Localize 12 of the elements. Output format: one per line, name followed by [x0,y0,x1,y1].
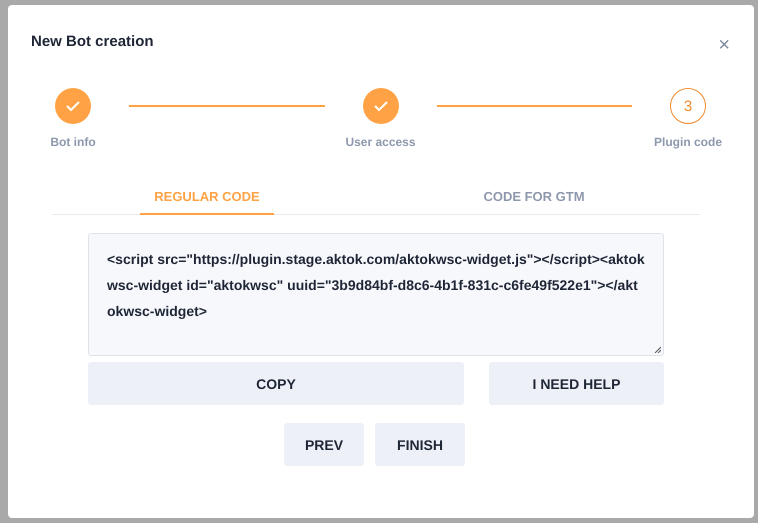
copy-button[interactable]: COPY [88,362,464,405]
finish-button[interactable]: FINISH [375,423,465,466]
dialog-title: New Bot creation [31,33,154,50]
close-button[interactable]: × [718,35,730,55]
help-button[interactable]: I NEED HELP [489,362,664,405]
step-label: Bot info [50,135,96,149]
resize-handle-icon[interactable] [654,346,661,353]
step-label: Plugin code [654,135,722,149]
code-field[interactable]: <script src="https://plugin.stage.aktok.com/aktokwsc-widget.js"></script><aktokwsc-widget id="aktokwsc" uuid="3b9d84bf-d8c6-4b1f-831c-c6fe49f522e1"></aktokwsc-widget> [88,233,664,356]
step-label: User access [345,135,416,149]
step-number: 3 [670,88,706,124]
prev-button[interactable]: PREV [284,423,364,466]
